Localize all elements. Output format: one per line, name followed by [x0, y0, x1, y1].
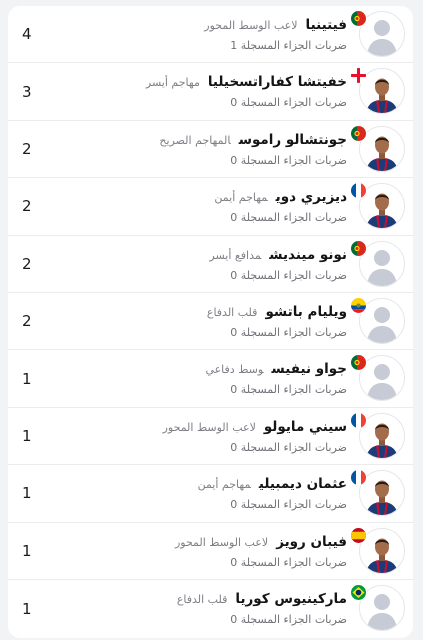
player-info: ديزيري دوي مهاجم أيمن ضربات الجزاء المسجلة…: [214, 187, 347, 226]
penalties-scored-value: 0: [230, 211, 238, 225]
player-row[interactable]: 2 نونو مينديش مدافع أيسر ضربات الجزاء المسج…: [8, 236, 413, 293]
penalty-count: 1: [22, 484, 32, 503]
player-row[interactable]: 1 جواو نيفيس وسط دفاعي ضربات الجزاء المسجلة…: [8, 350, 413, 408]
penalty-count: 2: [22, 197, 32, 216]
penalties-scored-label: ضربات الجزاء المسجلة: [240, 498, 347, 512]
ecuador-flag-icon: [350, 296, 367, 314]
player-position: مهاجم أيمن: [214, 191, 268, 205]
player-position: وسط دفاعي: [205, 363, 264, 377]
penalties-scored-label: ضربات الجزاء المسجلة: [240, 39, 347, 52]
player-position: مدافع أيسر: [209, 248, 262, 262]
penalties-scored: ضربات الجزاء المسجلة 0: [175, 555, 347, 571]
portugal-flag-icon: [350, 124, 367, 142]
penalty-count: 1: [22, 599, 32, 618]
player-name: ماركينيوس كوريا: [235, 590, 347, 607]
france-flag-icon: [350, 469, 367, 487]
penalties-scored: ضربات الجزاء المسجلة 0: [207, 325, 347, 341]
player-row[interactable]: 3 خفيتشا كفاراتسخيليا مهاجم أيسر ضربات الجز…: [8, 63, 413, 121]
player-info: نونو مينديش مدافع أيسر ضربات الجزاء المسجل…: [209, 245, 347, 284]
brazil-flag-icon: [350, 583, 367, 601]
penalty-count: 3: [22, 82, 32, 101]
penalties-scored: ضربات الجزاء المسجلة 0: [146, 95, 347, 111]
penalties-scored-value: 0: [230, 498, 238, 512]
player-row[interactable]: 2 ديزيري دوي مهاجم أيمن ضربات الجزاء المسجل…: [8, 178, 413, 236]
penalties-scored: ضربات الجزاء المسجلة 0: [198, 497, 347, 513]
player-stats-card: 4 فيتينيا لاعب الوسط المحور ضربات الجزاء ال…: [8, 6, 413, 638]
penalties-scored-label: ضربات الجزاء المسجلة: [240, 555, 347, 569]
penalties-scored-value: 0: [230, 612, 238, 626]
penalties-scored: ضربات الجزاء المسجلة 0: [214, 210, 347, 226]
player-row[interactable]: 1 عثمان ديمبيلي مهاجم أيمن ضربات الجزاء الم…: [8, 465, 413, 523]
penalties-scored: ضربات الجزاء المسجلة 0: [209, 268, 347, 284]
penalties-scored-label: ضربات الجزاء المسجلة: [240, 440, 347, 454]
player-name: فيبان رويز: [276, 533, 347, 550]
penalties-scored-label: ضربات الجزاء المسجلة: [240, 268, 347, 282]
player-row[interactable]: 1 سيني مايولو لاعب الوسط المحور ضربات الجزا…: [8, 408, 413, 466]
penalty-count: 2: [22, 312, 32, 331]
player-info: خفيتشا كفاراتسخيليا مهاجم أيسر ضربات الجزا…: [146, 72, 347, 111]
penalties-scored-label: ضربات الجزاء المسجلة: [240, 612, 347, 626]
penalties-scored-value: 0: [230, 268, 238, 282]
player-info: جواو نيفيس وسط دفاعي ضربات الجزاء المسجلة …: [205, 359, 347, 398]
player-position: مهاجم أيمن: [197, 478, 251, 492]
player-name: نونو مينديش: [269, 246, 347, 263]
spain-flag-icon: [350, 526, 367, 544]
player-position: لاعب الوسط المحور: [174, 535, 269, 549]
penalties-scored-label: ضربات الجزاء المسجلة: [240, 325, 347, 339]
penalties-scored: ضربات الجزاء المسجلة 0: [159, 153, 347, 169]
penalties-scored-value: 0: [230, 325, 238, 339]
penalties-scored-value: 0: [230, 555, 238, 569]
penalties-scored-value: 0: [230, 96, 238, 110]
player-info: فيبان رويز لاعب الوسط المحور ضربات الجزاء …: [175, 532, 347, 571]
player-name: خفيتشا كفاراتسخيليا: [207, 74, 347, 91]
player-info: عثمان ديمبيلي مهاجم أيمن ضربات الجزاء المس…: [198, 474, 347, 513]
penalties-scored: ضربات الجزاء المسجلة 0: [205, 382, 347, 398]
player-name: عثمان ديمبيلي: [258, 476, 347, 493]
player-info: سيني مايولو لاعب الوسط المحور ضربات الجزاء…: [163, 417, 347, 456]
player-position: لاعب الوسط المحور: [162, 420, 256, 434]
player-row[interactable]: 4 فيتينيا لاعب الوسط المحور ضربات الجزاء ال…: [8, 6, 413, 64]
player-name: جواو نيفيس: [271, 361, 347, 378]
penalty-count: 1: [22, 369, 32, 388]
player-info: ماركينيوس كوريا قلب الدفاع ضربات الجزاء ال…: [177, 589, 347, 628]
penalty-count: 1: [22, 426, 32, 445]
player-name: ويليام باتشو: [265, 303, 347, 320]
player-name: ديزيري دوي: [275, 189, 347, 206]
player-row[interactable]: 2 جونتشالو راموس المهاجم الصريح ضربات الجزا…: [8, 121, 413, 179]
penalty-count: 2: [22, 254, 32, 273]
player-name: جونتشالو راموس: [238, 131, 347, 148]
penalty-count: 1: [22, 541, 32, 560]
penalties-scored: ضربات الجزاء المسجلة 1: [204, 38, 347, 54]
player-info: جونتشالو راموس المهاجم الصريح ضربات الجزاء…: [159, 130, 347, 169]
player-row[interactable]: 2 ويليام باتشو قلب الدفاع ضربات الجزاء المس…: [8, 293, 413, 351]
penalties-scored-value: 0: [230, 440, 238, 454]
player-position: قلب الدفاع: [206, 305, 258, 319]
penalties-scored-label: ضربات الجزاء المسجلة: [240, 383, 347, 397]
france-flag-icon: [350, 411, 367, 429]
player-name: سيني مايولو: [263, 418, 347, 435]
penalty-count: 2: [22, 139, 32, 158]
player-position: مهاجم أيسر: [145, 76, 200, 90]
player-info: فيتينيا لاعب الوسط المحور ضربات الجزاء الم…: [204, 15, 347, 54]
penalties-scored: ضربات الجزاء المسجلة 0: [177, 612, 347, 628]
player-position: لاعب الوسط المحور: [204, 19, 298, 32]
player-name: فيتينيا: [305, 17, 347, 33]
player-row[interactable]: 1 ماركينيوس كوريا قلب الدفاع ضربات الجزاء ا…: [8, 580, 413, 637]
player-position: قلب الدفاع: [176, 592, 228, 606]
penalties-scored-value: 1: [230, 39, 238, 52]
penalties-scored: ضربات الجزاء المسجلة 0: [163, 440, 347, 456]
penalty-count: 4: [22, 25, 32, 44]
penalties-scored-value: 0: [230, 383, 238, 397]
portugal-flag-icon: [350, 239, 367, 257]
player-row[interactable]: 1 فيبان رويز لاعب الوسط المحور ضربات الجزاء…: [8, 523, 413, 580]
player-position: المهاجم الصريح: [159, 133, 231, 147]
penalties-scored-label: ضربات الجزاء المسجلة: [240, 96, 347, 110]
penalties-scored-value: 0: [230, 153, 238, 167]
player-info: ويليام باتشو قلب الدفاع ضربات الجزاء المسج…: [207, 302, 347, 341]
penalties-scored-label: ضربات الجزاء المسجلة: [240, 153, 347, 167]
portugal-flag-icon: [350, 10, 367, 27]
penalties-scored-label: ضربات الجزاء المسجلة: [240, 211, 347, 225]
